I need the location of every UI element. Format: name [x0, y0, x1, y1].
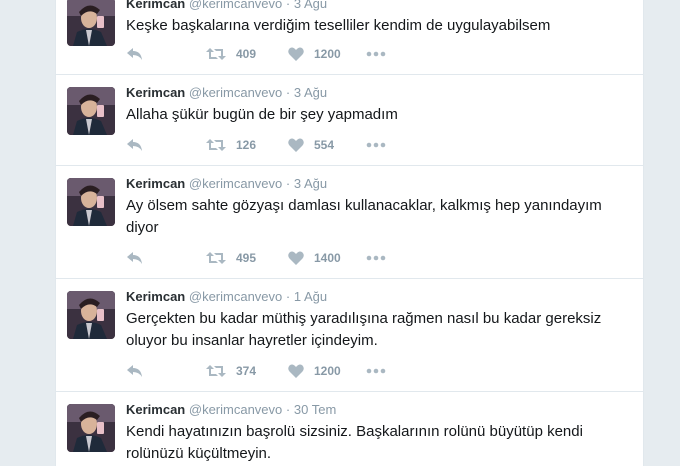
tweet-text: Gerçekten bu kadar müthiş yaradılışına r… — [126, 310, 602, 349]
retweet-count: 495 — [236, 251, 257, 265]
tweet-date[interactable]: 3 Ağu — [294, 85, 327, 100]
retweet-count: 409 — [236, 47, 257, 61]
tweet-date[interactable]: 30 Tem — [294, 402, 336, 417]
author-handle[interactable]: @kerimcanvevo — [189, 176, 282, 191]
retweet-icon — [206, 139, 226, 151]
separator-dot: · — [285, 289, 291, 304]
tweet-date[interactable]: 1 Ağu — [294, 289, 327, 304]
like-button[interactable]: 1200 — [288, 44, 341, 64]
author-handle[interactable]: @kerimcanvevo — [189, 402, 282, 417]
more-button[interactable] — [366, 248, 386, 268]
heart-icon — [288, 364, 304, 378]
separator-dot: · — [285, 402, 291, 417]
retweet-icon — [206, 48, 226, 60]
retweet-button[interactable]: 495 — [206, 248, 256, 268]
reply-button[interactable] — [126, 135, 143, 155]
tweet-text: Allaha şükür bugün de bir şey yapmadım — [126, 106, 398, 123]
more-button[interactable] — [366, 44, 386, 64]
tweet-date[interactable]: 3 Ağu — [294, 176, 327, 191]
separator-dot: · — [285, 0, 291, 11]
separator-dot: · — [285, 85, 291, 100]
author-name[interactable]: Kerimcan — [126, 0, 185, 11]
author-name[interactable]: Kerimcan — [126, 85, 185, 100]
author-handle[interactable]: @kerimcanvevo — [189, 0, 282, 11]
more-icon — [366, 368, 386, 374]
like-count: 1400 — [314, 251, 341, 265]
tweet[interactable]: Kerimcan @kerimcanvevo · 3 Ağu Keşke baş… — [56, 0, 643, 75]
avatar[interactable] — [67, 291, 115, 339]
like-count: 554 — [314, 138, 335, 152]
timeline-stream: Kerimcan @kerimcanvevo · 3 Ağu Keşke baş… — [55, 0, 644, 466]
reply-button[interactable] — [126, 248, 143, 268]
retweet-count: 126 — [236, 138, 257, 152]
heart-icon — [288, 47, 304, 61]
like-button[interactable]: 554 — [288, 135, 334, 155]
retweet-button[interactable]: 126 — [206, 135, 256, 155]
more-button[interactable] — [366, 361, 386, 381]
heart-icon — [288, 251, 304, 265]
reply-button[interactable] — [126, 361, 143, 381]
tweet[interactable]: Kerimcan @kerimcanvevo · 30 Tem Kendi ha… — [56, 392, 643, 466]
tweet-date[interactable]: 3 Ağu — [294, 0, 327, 11]
like-count: 1200 — [314, 47, 341, 61]
author-name[interactable]: Kerimcan — [126, 289, 185, 304]
reply-icon — [127, 48, 142, 60]
avatar[interactable] — [67, 87, 115, 135]
retweet-icon — [206, 252, 226, 264]
retweet-button[interactable]: 374 — [206, 361, 256, 381]
heart-icon — [288, 138, 304, 152]
tweet-text: Keşke başkalarına verdiğim teselliler ke… — [126, 17, 551, 34]
retweet-count: 374 — [236, 364, 257, 378]
more-icon — [366, 255, 386, 261]
retweet-icon — [206, 365, 226, 377]
reply-icon — [127, 252, 142, 264]
tweet[interactable]: Kerimcan @kerimcanvevo · 1 Ağu Gerçekten… — [56, 279, 643, 392]
reply-button[interactable] — [126, 44, 143, 64]
avatar[interactable] — [67, 404, 115, 452]
more-button[interactable] — [366, 135, 386, 155]
reply-icon — [127, 365, 142, 377]
like-button[interactable]: 1400 — [288, 248, 341, 268]
like-button[interactable]: 1200 — [288, 361, 341, 381]
retweet-button[interactable]: 409 — [206, 44, 256, 64]
more-icon — [366, 51, 386, 57]
avatar[interactable] — [67, 0, 115, 46]
tweet-text: Ay ölsem sahte gözyaşı damlası kullanaca… — [126, 197, 602, 236]
avatar[interactable] — [67, 178, 115, 226]
tweet[interactable]: Kerimcan @kerimcanvevo · 3 Ağu Allaha şü… — [56, 75, 643, 166]
author-name[interactable]: Kerimcan — [126, 176, 185, 191]
tweet-text: Kendi hayatınızın başrolü sizsiniz. Başk… — [126, 423, 583, 462]
more-icon — [366, 142, 386, 148]
tweet[interactable]: Kerimcan @kerimcanvevo · 3 Ağu Ay ölsem … — [56, 166, 643, 279]
separator-dot: · — [285, 176, 291, 191]
author-handle[interactable]: @kerimcanvevo — [189, 85, 282, 100]
like-count: 1200 — [314, 364, 341, 378]
author-name[interactable]: Kerimcan — [126, 402, 185, 417]
reply-icon — [127, 139, 142, 151]
author-handle[interactable]: @kerimcanvevo — [189, 289, 282, 304]
